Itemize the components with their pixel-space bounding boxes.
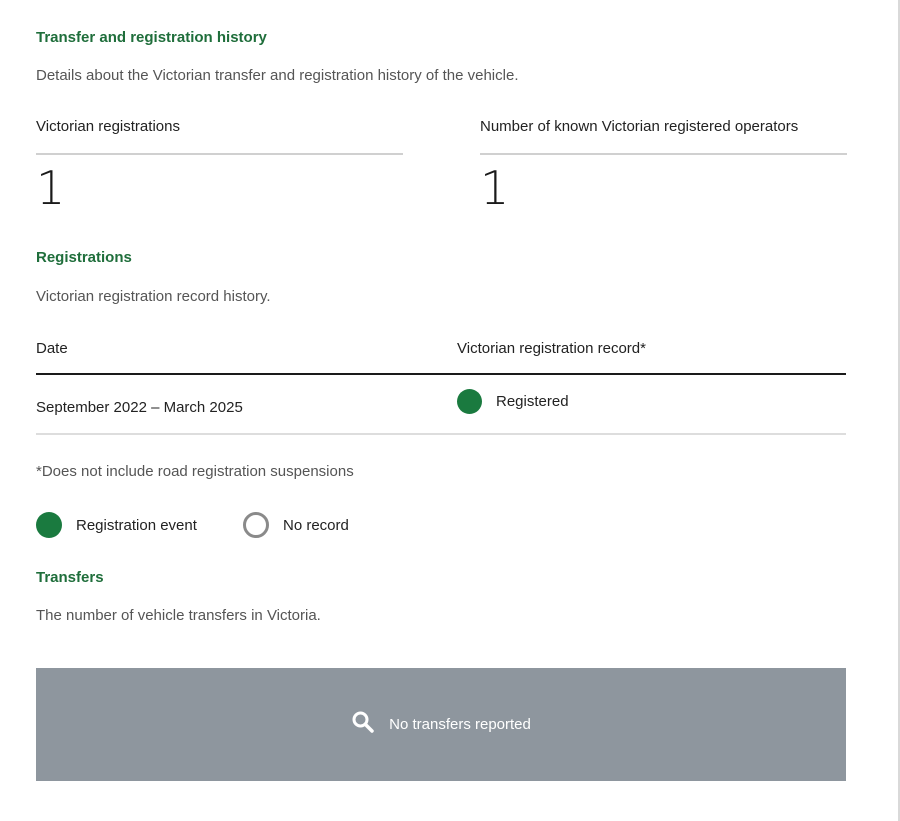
row-date: September 2022 – March 2025 xyxy=(36,399,243,416)
row-status-label: Registered xyxy=(496,393,569,410)
registered-dot-icon xyxy=(457,389,482,414)
registrations-heading: Registrations xyxy=(36,249,132,266)
legend-item-registration-event: Registration event xyxy=(36,511,197,539)
no-transfers-message: No transfers reported xyxy=(351,710,531,739)
no-transfers-panel: No transfers reported xyxy=(36,668,846,781)
divider xyxy=(480,153,847,155)
search-icon xyxy=(351,710,375,739)
filled-circle-icon xyxy=(36,512,62,538)
registrations-description: Victorian registration record history. xyxy=(36,288,271,305)
transfers-description: The number of vehicle transfers in Victo… xyxy=(36,607,321,624)
stat-registered-operators: Number of known Victorian registered ope… xyxy=(480,118,847,211)
legend-label: Registration event xyxy=(76,516,197,534)
table-header: Date Victorian registration record* xyxy=(36,337,846,375)
transfer-history-heading: Transfer and registration history xyxy=(36,29,267,46)
column-header-registration-record: Victorian registration record* xyxy=(457,340,646,357)
transfers-heading: Transfers xyxy=(36,569,104,586)
legend-label: No record xyxy=(283,516,349,534)
legend-item-no-record: No record xyxy=(243,511,349,539)
stat-value: 1 xyxy=(480,161,510,215)
stat-label: Victorian registrations xyxy=(36,118,180,135)
stat-label: Number of known Victorian registered ope… xyxy=(480,118,799,135)
registration-footnote: *Does not include road registration susp… xyxy=(36,463,354,480)
registrations-table: Date Victorian registration record* Sept… xyxy=(36,337,846,435)
no-transfers-text: No transfers reported xyxy=(389,716,531,733)
transfer-history-description: Details about the Victorian transfer and… xyxy=(36,67,519,84)
stat-victorian-registrations: Victorian registrations 1 xyxy=(36,118,403,211)
empty-circle-icon xyxy=(243,512,269,538)
table-row: September 2022 – March 2025 Registered xyxy=(36,375,846,435)
stat-value: 1 xyxy=(36,161,66,215)
row-status: Registered xyxy=(457,389,569,414)
column-header-date: Date xyxy=(36,340,68,357)
divider xyxy=(36,153,403,155)
registration-legend: Registration event No record xyxy=(36,511,436,539)
